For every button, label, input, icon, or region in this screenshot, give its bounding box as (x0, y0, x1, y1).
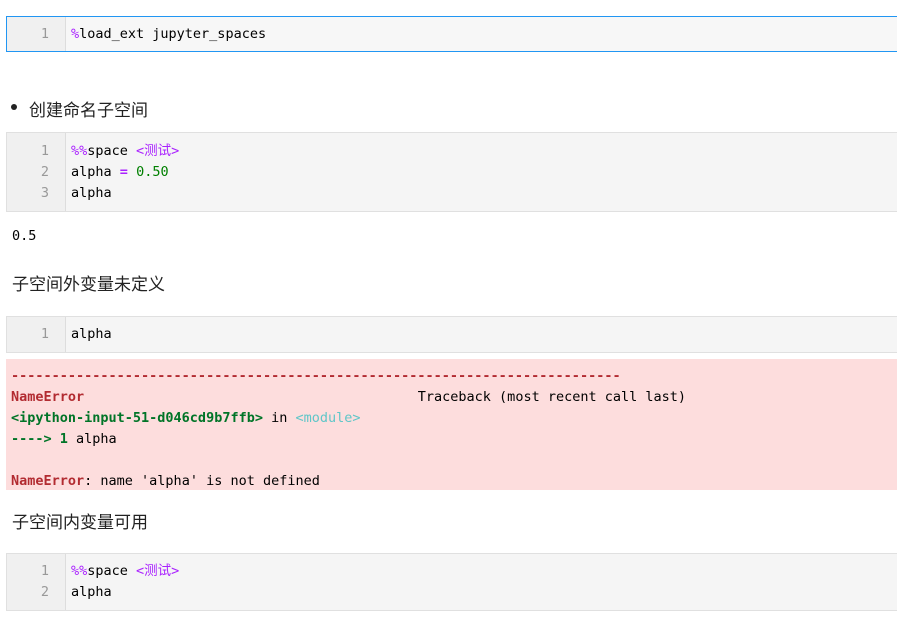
code-cell-space-alpha[interactable]: 1 %%space <测试> 2 alpha (6, 553, 897, 611)
error-line: NameError Traceback (most recent call la… (11, 387, 686, 408)
code-cell-alpha[interactable]: 1 alpha (6, 316, 897, 353)
error-arrow: ----> (11, 431, 52, 447)
line-number: 2 (40, 164, 49, 180)
bullet-dot (11, 104, 17, 110)
code-text: alpha (71, 584, 112, 600)
error-line: NameError: name 'alpha' is not defined (11, 471, 320, 492)
line-number: 1 (40, 563, 49, 579)
code-text: space (87, 563, 137, 579)
code-text: alpha (71, 185, 112, 201)
line-number: 2 (40, 584, 49, 600)
markdown-text-inside: 子空间内变量可用 (12, 513, 148, 533)
code-cell-load-ext[interactable]: 1 %load_ext jupyter_spaces (6, 16, 897, 52)
magic-prefix: %% (71, 563, 88, 579)
markdown-bullet-item: 创建命名子空间 (11, 96, 148, 121)
error-code: alpha (67, 431, 117, 447)
error-dashes: ----------------------------------------… (11, 368, 621, 384)
line-number: 1 (40, 26, 49, 42)
assign-operator: = (119, 164, 128, 180)
module-ref: <module> (295, 410, 361, 426)
code-text: space (87, 143, 137, 159)
error-line: ----------------------------------------… (11, 366, 621, 387)
code-cell-space-assign[interactable]: 1 %%space <测试> 2 alpha = 0.50 3 alpha (6, 132, 897, 212)
error-message: : name 'alpha' is not defined (84, 473, 320, 489)
code-text: load_ext jupyter_spaces (79, 26, 267, 42)
line-number: 1 (40, 326, 49, 342)
error-message-type: NameError (11, 473, 85, 489)
line-number: 3 (40, 185, 49, 201)
code-text: alpha (71, 326, 112, 342)
variable-name: alpha (71, 164, 112, 180)
input-ref: <ipython-input-51-d046cd9b7ffb> (11, 410, 263, 426)
error-type: NameError (11, 389, 85, 405)
error-line-number: 1 (59, 431, 68, 447)
in-word: in (262, 410, 296, 426)
error-output: ----------------------------------------… (6, 359, 897, 490)
space-name-arg: <测试> (136, 563, 180, 579)
markdown-text-outside: 子空间外变量未定义 (12, 275, 165, 295)
error-line: ----> 1 alpha (11, 429, 117, 450)
traceback-label: Traceback (most recent call last) (417, 389, 686, 405)
cell-output: 0.5 (12, 228, 37, 244)
error-line: <ipython-input-51-d046cd9b7ffb> in <modu… (11, 408, 361, 429)
space-name-arg: <测试> (136, 143, 180, 159)
bullet-text: 创建命名子空间 (29, 101, 148, 121)
line-number: 1 (40, 143, 49, 159)
magic-prefix: % (71, 26, 80, 42)
number-literal: 0.50 (136, 164, 169, 180)
magic-prefix: %% (71, 143, 88, 159)
